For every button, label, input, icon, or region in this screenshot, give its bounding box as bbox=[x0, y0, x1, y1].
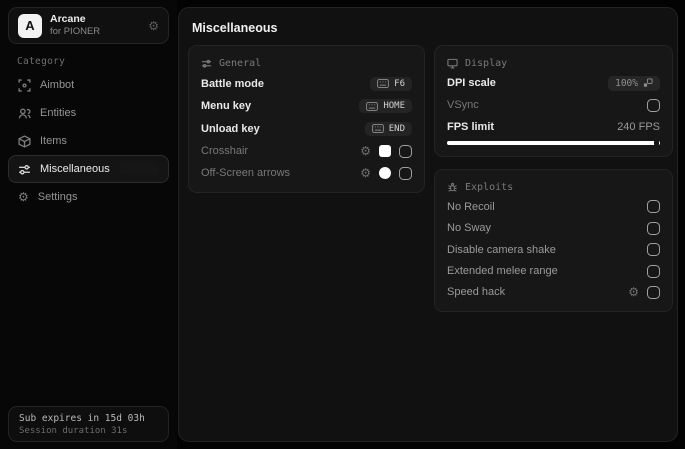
extended-melee-range-label: Extended melee range bbox=[447, 265, 558, 278]
vsync-label: VSync bbox=[447, 99, 479, 111]
no-sway-row: No Sway bbox=[447, 218, 660, 239]
scale-icon bbox=[643, 78, 653, 88]
no-recoil-checkbox[interactable] bbox=[647, 200, 660, 214]
menu-key-keybind[interactable]: HOME bbox=[359, 99, 412, 114]
header-settings-icon[interactable]: ⚙ bbox=[148, 19, 159, 33]
disable-camera-shake-row: Disable camera shake bbox=[447, 239, 660, 260]
crosshair-checkbox[interactable] bbox=[399, 144, 412, 158]
battle-mode-label: Battle mode bbox=[201, 77, 264, 90]
dpi-scale-badge[interactable]: 100% bbox=[608, 75, 660, 91]
main-panel: Miscellaneous General Battle mode F6 Men… bbox=[178, 7, 678, 442]
slider-track bbox=[447, 140, 660, 146]
users-icon bbox=[18, 107, 31, 120]
app-meta: Arcane for PIONER bbox=[50, 13, 100, 38]
battle-mode-row: Battle mode F6 bbox=[201, 73, 412, 94]
sliders-icon bbox=[201, 58, 212, 69]
sidebar-item-settings[interactable]: ⚙ Settings bbox=[8, 183, 169, 211]
menu-key-label: Menu key bbox=[201, 100, 252, 113]
fps-slider-fill bbox=[447, 140, 660, 146]
app-header-card: A Arcane for PIONER ⚙ bbox=[8, 7, 169, 44]
offscreen-checkbox[interactable] bbox=[399, 166, 412, 180]
dpi-scale-value: 100% bbox=[615, 77, 638, 89]
general-panel: General Battle mode F6 Menu key HOME Unl… bbox=[188, 45, 425, 193]
session-duration-text: Session duration 31s bbox=[19, 425, 128, 436]
dpi-scale-row: DPI scale 100% bbox=[447, 73, 660, 94]
sidebar-item-miscellaneous[interactable]: Miscellaneous bbox=[8, 155, 169, 183]
crosshair-scan-icon bbox=[18, 78, 31, 92]
exploits-panel-title: Exploits bbox=[465, 181, 514, 193]
sidebar-item-label: Miscellaneous bbox=[40, 163, 110, 175]
fps-limit-label: FPS limit bbox=[447, 120, 495, 133]
sidebar-item-label: Items bbox=[40, 135, 67, 147]
bug-icon bbox=[447, 182, 458, 193]
keybind-value: F6 bbox=[394, 78, 405, 89]
sidebar: A Arcane for PIONER ⚙ Category Aimbot En… bbox=[0, 0, 177, 449]
slider-knob[interactable] bbox=[654, 140, 659, 146]
offscreen-color-swatch[interactable] bbox=[379, 167, 391, 180]
offscreen-settings-gear-icon[interactable]: ⚙ bbox=[360, 167, 371, 179]
exploits-panel-header: Exploits bbox=[447, 178, 660, 196]
keyboard-icon bbox=[377, 79, 390, 89]
sidebar-item-label: Settings bbox=[37, 191, 78, 203]
subscription-footer: Sub expires in 15d 03h Session duration … bbox=[8, 406, 169, 442]
speed-hack-checkbox[interactable] bbox=[647, 285, 660, 299]
display-panel-title: Display bbox=[465, 57, 508, 69]
category-label: Category bbox=[17, 56, 66, 67]
cube-icon bbox=[18, 134, 31, 148]
exploits-panel: Exploits No Recoil No Sway Disable camer… bbox=[434, 169, 673, 312]
unload-key-row: Unload key END bbox=[201, 118, 412, 139]
speed-hack-label: Speed hack bbox=[447, 286, 506, 299]
vsync-row: VSync bbox=[447, 95, 660, 116]
disable-camera-shake-checkbox[interactable] bbox=[647, 243, 660, 257]
no-recoil-row: No Recoil bbox=[447, 196, 660, 217]
sub-expires-text: Sub expires in 15d 03h bbox=[19, 412, 145, 424]
app-name: Arcane bbox=[50, 13, 86, 25]
no-recoil-label: No Recoil bbox=[447, 200, 495, 213]
no-sway-label: No Sway bbox=[447, 222, 492, 235]
disable-camera-shake-label: Disable camera shake bbox=[447, 243, 556, 256]
extended-melee-range-row: Extended melee range bbox=[447, 261, 660, 282]
sidebar-item-label: Aimbot bbox=[40, 79, 75, 91]
fps-limit-value: 240 FPS bbox=[617, 120, 660, 133]
offscreen-arrows-row: Off-Screen arrows ⚙ bbox=[201, 163, 412, 184]
speed-hack-row: Speed hack ⚙ bbox=[447, 282, 660, 303]
unload-key-keybind[interactable]: END bbox=[364, 121, 412, 136]
page-title: Miscellaneous bbox=[192, 21, 278, 35]
monitor-icon bbox=[447, 58, 458, 69]
app-logo: A bbox=[18, 13, 42, 38]
keybind-value: HOME bbox=[383, 101, 405, 112]
sidebar-item-aimbot[interactable]: Aimbot bbox=[8, 71, 169, 99]
menu-key-row: Menu key HOME bbox=[201, 96, 412, 117]
crosshair-label: Crosshair bbox=[201, 145, 249, 158]
gear-icon: ⚙ bbox=[18, 190, 29, 204]
no-sway-checkbox[interactable] bbox=[647, 221, 660, 235]
vsync-checkbox[interactable] bbox=[647, 98, 660, 112]
keybind-value: END bbox=[388, 123, 405, 134]
general-panel-title: General bbox=[219, 57, 262, 69]
unload-key-label: Unload key bbox=[201, 122, 260, 135]
fps-limit-row: FPS limit 240 FPS bbox=[447, 116, 660, 137]
app-subtitle: for PIONER bbox=[50, 26, 101, 38]
keybind-ghost-badge bbox=[118, 163, 159, 175]
display-panel-header: Display bbox=[447, 54, 660, 72]
battle-mode-keybind[interactable]: F6 bbox=[370, 76, 412, 91]
crosshair-color-swatch[interactable] bbox=[379, 145, 391, 158]
keyboard-icon bbox=[366, 101, 379, 111]
general-panel-header: General bbox=[201, 54, 412, 72]
offscreen-arrows-label: Off-Screen arrows bbox=[201, 167, 291, 180]
fps-limit-slider[interactable] bbox=[447, 138, 660, 148]
sidebar-item-items[interactable]: Items bbox=[8, 127, 169, 155]
crosshair-row: Crosshair ⚙ bbox=[201, 141, 412, 162]
speed-hack-settings-gear-icon[interactable]: ⚙ bbox=[628, 286, 639, 298]
display-panel: Display DPI scale 100% VSync FPS limit 2… bbox=[434, 45, 673, 157]
sidebar-item-label: Entities bbox=[40, 107, 77, 119]
extended-melee-range-checkbox[interactable] bbox=[647, 264, 660, 278]
sliders-icon bbox=[18, 163, 31, 176]
dpi-scale-label: DPI scale bbox=[447, 77, 496, 90]
crosshair-settings-gear-icon[interactable]: ⚙ bbox=[360, 145, 371, 157]
sidebar-nav: Aimbot Entities Items Miscellaneous ⚙ Se… bbox=[8, 71, 169, 211]
sidebar-item-entities[interactable]: Entities bbox=[8, 99, 169, 127]
keyboard-icon bbox=[371, 124, 384, 134]
